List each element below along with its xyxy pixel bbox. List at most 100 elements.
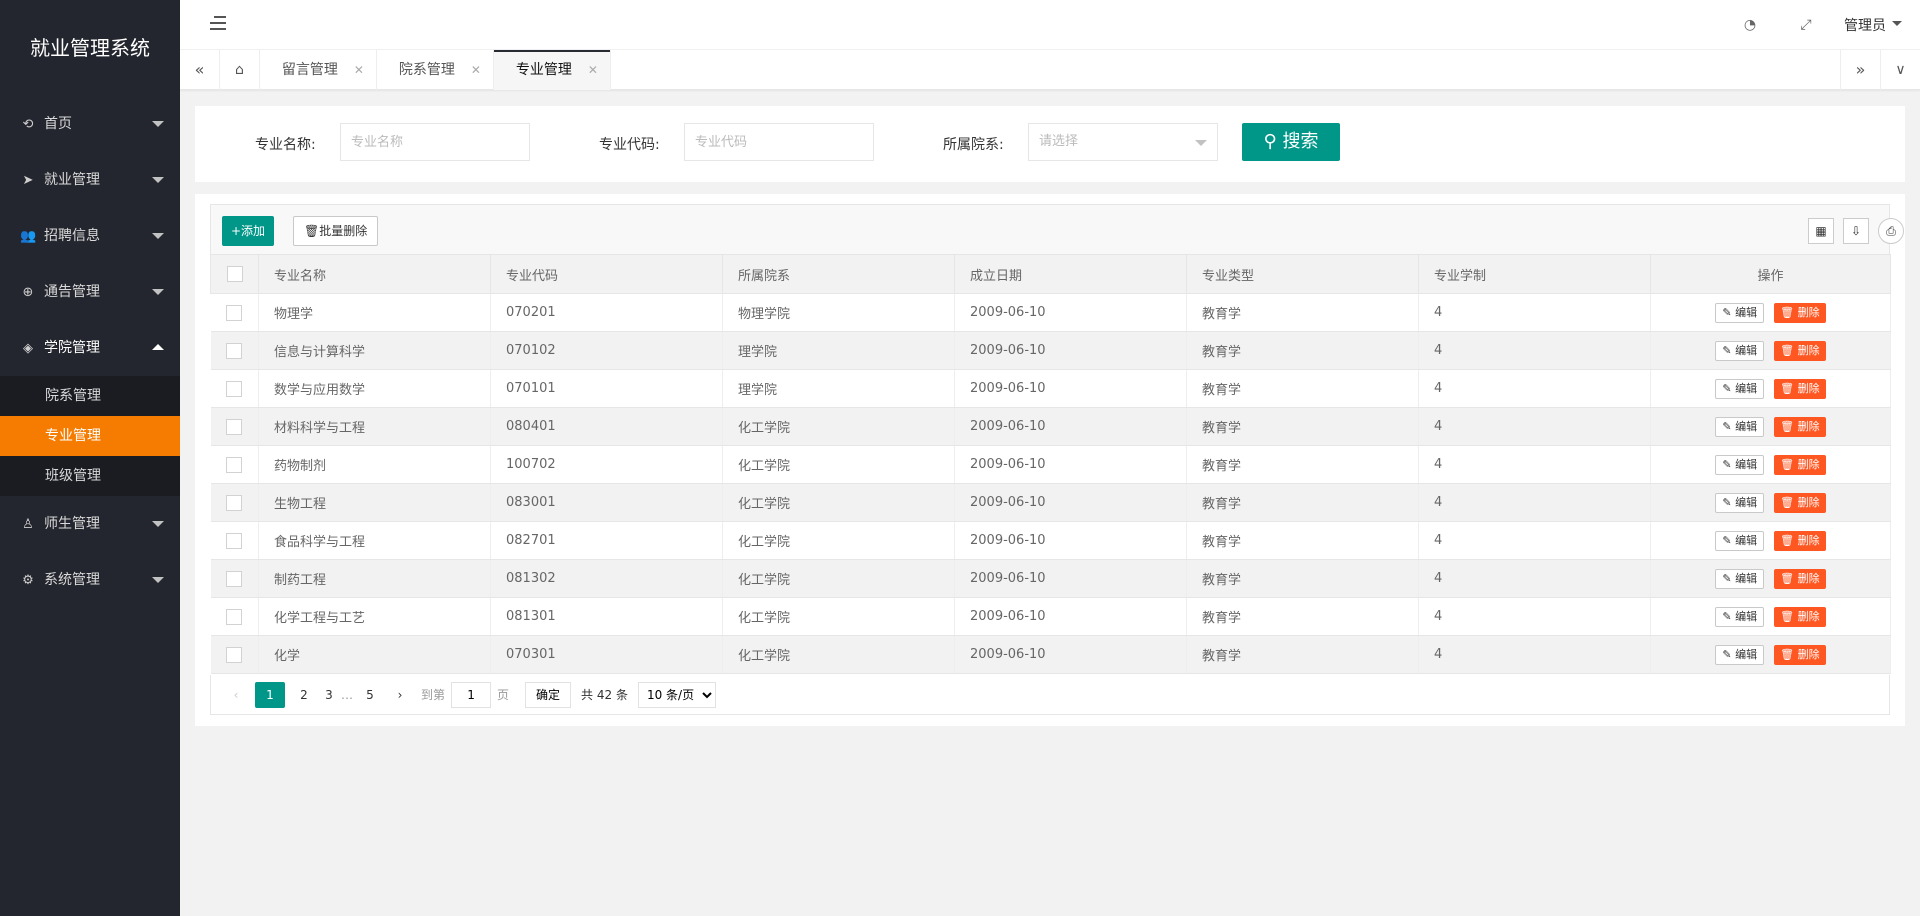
row-checkbox[interactable] — [226, 570, 243, 587]
column-header[interactable]: 成立日期 — [954, 254, 1187, 294]
major-code-input[interactable] — [684, 123, 874, 161]
columns-filter-icon[interactable]: ▦ — [1808, 218, 1834, 244]
row-checkbox[interactable] — [226, 608, 243, 625]
close-icon[interactable]: ✕ — [354, 50, 364, 90]
page-number[interactable]: 3 — [319, 682, 339, 708]
gear-icon: ⚙ — [22, 573, 34, 588]
tab-departments[interactable]: 院系管理 ✕ — [377, 50, 494, 90]
edit-label: 编辑 — [1735, 609, 1758, 623]
sidebar-item-teachers-students[interactable]: ♙ 师生管理 — [0, 496, 180, 552]
edit-button[interactable]: ✎ 编辑 — [1715, 302, 1765, 323]
column-header: 操作 — [1650, 254, 1891, 294]
sidebar-item-college[interactable]: ◈ 学院管理 — [0, 320, 180, 376]
column-header[interactable]: 专业类型 — [1186, 254, 1419, 294]
tabs-menu-chevron-down-icon[interactable]: ∨ — [1880, 50, 1920, 90]
theme-icon[interactable]: ◔ — [1722, 17, 1778, 33]
sidebar-item-label: 首页 — [44, 116, 72, 132]
row-actions: ✎ 编辑 🗑 删除 — [1650, 635, 1891, 674]
sidebar-item-recruitment[interactable]: 👥 招聘信息 — [0, 208, 180, 264]
row-checkbox[interactable] — [226, 532, 243, 549]
delete-button[interactable]: 🗑 删除 — [1774, 302, 1826, 323]
edit-button[interactable]: ✎ 编辑 — [1715, 340, 1765, 361]
row-checkbox[interactable] — [226, 304, 243, 321]
search-button-label: 搜索 — [1282, 131, 1319, 152]
delete-button[interactable]: 🗑 删除 — [1774, 492, 1826, 513]
edit-button[interactable]: ✎ 编辑 — [1715, 606, 1765, 627]
close-icon[interactable]: ✕ — [588, 50, 598, 90]
page-number[interactable]: 5 — [355, 682, 385, 708]
edit-button[interactable]: ✎ 编辑 — [1715, 492, 1765, 513]
prev-page-icon[interactable]: ‹ — [221, 682, 251, 708]
sidebar-item-home[interactable]: ⟲ 首页 — [0, 96, 180, 152]
delete-button[interactable]: 🗑 删除 — [1774, 378, 1826, 399]
table-cell: 教育学 — [1186, 559, 1419, 598]
sidebar-subitem-majors[interactable]: 专业管理 — [0, 416, 180, 456]
search-button[interactable]: ⚲ 搜索 — [1242, 123, 1340, 161]
table-panel: +添加 🗑批量删除 ▦ ⇩ ⎙ 专业名称 专业代码 所属院系 成立日期 专业类型 — [195, 194, 1905, 726]
select-all-checkbox[interactable] — [226, 266, 243, 282]
edit-button[interactable]: ✎ 编辑 — [1715, 416, 1765, 437]
delete-button[interactable]: 🗑 删除 — [1774, 454, 1826, 475]
page-number[interactable]: 1 — [255, 681, 285, 708]
delete-button[interactable]: 🗑 删除 — [1774, 416, 1826, 437]
tab-home[interactable]: ⌂ — [220, 50, 260, 90]
export-icon[interactable]: ⇩ — [1843, 218, 1869, 244]
column-header[interactable]: 专业学制 — [1418, 254, 1651, 294]
sidebar-subitem-classes[interactable]: 班级管理 — [0, 456, 180, 496]
tabs-scroll-right-icon[interactable]: » — [1840, 50, 1880, 90]
column-header[interactable]: 所属院系 — [722, 254, 955, 294]
sidebar-item-notices[interactable]: ⊕ 通告管理 — [0, 264, 180, 320]
row-checkbox[interactable] — [226, 494, 243, 511]
tab-messages[interactable]: 留言管理 ✕ — [260, 50, 377, 90]
edit-button[interactable]: ✎ 编辑 — [1715, 378, 1765, 399]
delete-button[interactable]: 🗑 删除 — [1774, 606, 1826, 627]
page-size-select[interactable]: 10 条/页 — [637, 681, 716, 708]
sidebar-item-system[interactable]: ⚙ 系统管理 — [0, 552, 180, 608]
trash-icon: 🗑 — [1780, 495, 1795, 509]
edit-button[interactable]: ✎ 编辑 — [1715, 644, 1765, 665]
goto-confirm-button[interactable]: 确定 — [525, 681, 572, 708]
column-header[interactable]: 专业名称 — [258, 254, 491, 294]
edit-label: 编辑 — [1735, 305, 1758, 319]
page-number[interactable]: 2 — [289, 682, 319, 708]
add-button[interactable]: +添加 — [222, 216, 275, 246]
search-panel: 专业名称: 专业代码: 所属院系: 请选择 ⚲ 搜索 — [195, 106, 1905, 182]
edit-button[interactable]: ✎ 编辑 — [1715, 530, 1765, 551]
major-name-input[interactable] — [340, 123, 530, 161]
user-menu[interactable]: 管理员 — [1834, 15, 1920, 35]
row-checkbox[interactable] — [226, 342, 243, 359]
delete-button[interactable]: 🗑 删除 — [1774, 530, 1826, 551]
fullscreen-icon[interactable]: ⤢ — [1778, 17, 1834, 33]
goto-page-input[interactable] — [451, 681, 492, 708]
next-page-icon[interactable]: › — [385, 682, 415, 708]
table-cell: 4 — [1418, 597, 1651, 636]
chevron-down-icon — [152, 521, 164, 527]
table-cell: 教育学 — [1186, 483, 1419, 522]
row-select-cell — [210, 483, 259, 522]
edit-button[interactable]: ✎ 编辑 — [1715, 454, 1765, 475]
row-checkbox[interactable] — [226, 646, 243, 663]
column-header[interactable]: 专业代码 — [490, 254, 723, 294]
home-icon: ⌂ — [235, 62, 244, 78]
edit-label: 编辑 — [1735, 533, 1758, 547]
row-checkbox[interactable] — [226, 418, 243, 435]
sidebar-subitem-departments[interactable]: 院系管理 — [0, 376, 180, 416]
delete-button[interactable]: 🗑 删除 — [1774, 340, 1826, 361]
major-name-label: 专业名称: — [255, 137, 316, 153]
menu-toggle-icon[interactable] — [210, 16, 226, 32]
sidebar-item-employment[interactable]: ➤ 就业管理 — [0, 152, 180, 208]
trash-icon: 🗑 — [1780, 647, 1795, 661]
row-checkbox[interactable] — [226, 456, 243, 473]
close-icon[interactable]: ✕ — [471, 50, 481, 90]
batch-delete-button[interactable]: 🗑批量删除 — [293, 216, 379, 246]
print-icon[interactable]: ⎙ — [1878, 218, 1904, 244]
tabs-scroll-left-icon[interactable]: « — [180, 50, 220, 90]
table-cell: 070101 — [490, 369, 723, 408]
tab-label: 专业管理 — [515, 62, 572, 78]
delete-button[interactable]: 🗑 删除 — [1774, 644, 1826, 665]
row-checkbox[interactable] — [226, 380, 243, 397]
delete-button[interactable]: 🗑 删除 — [1774, 568, 1826, 589]
tab-majors[interactable]: 专业管理 ✕ — [493, 50, 611, 90]
edit-button[interactable]: ✎ 编辑 — [1715, 568, 1765, 589]
department-select[interactable]: 请选择 — [1028, 123, 1218, 161]
